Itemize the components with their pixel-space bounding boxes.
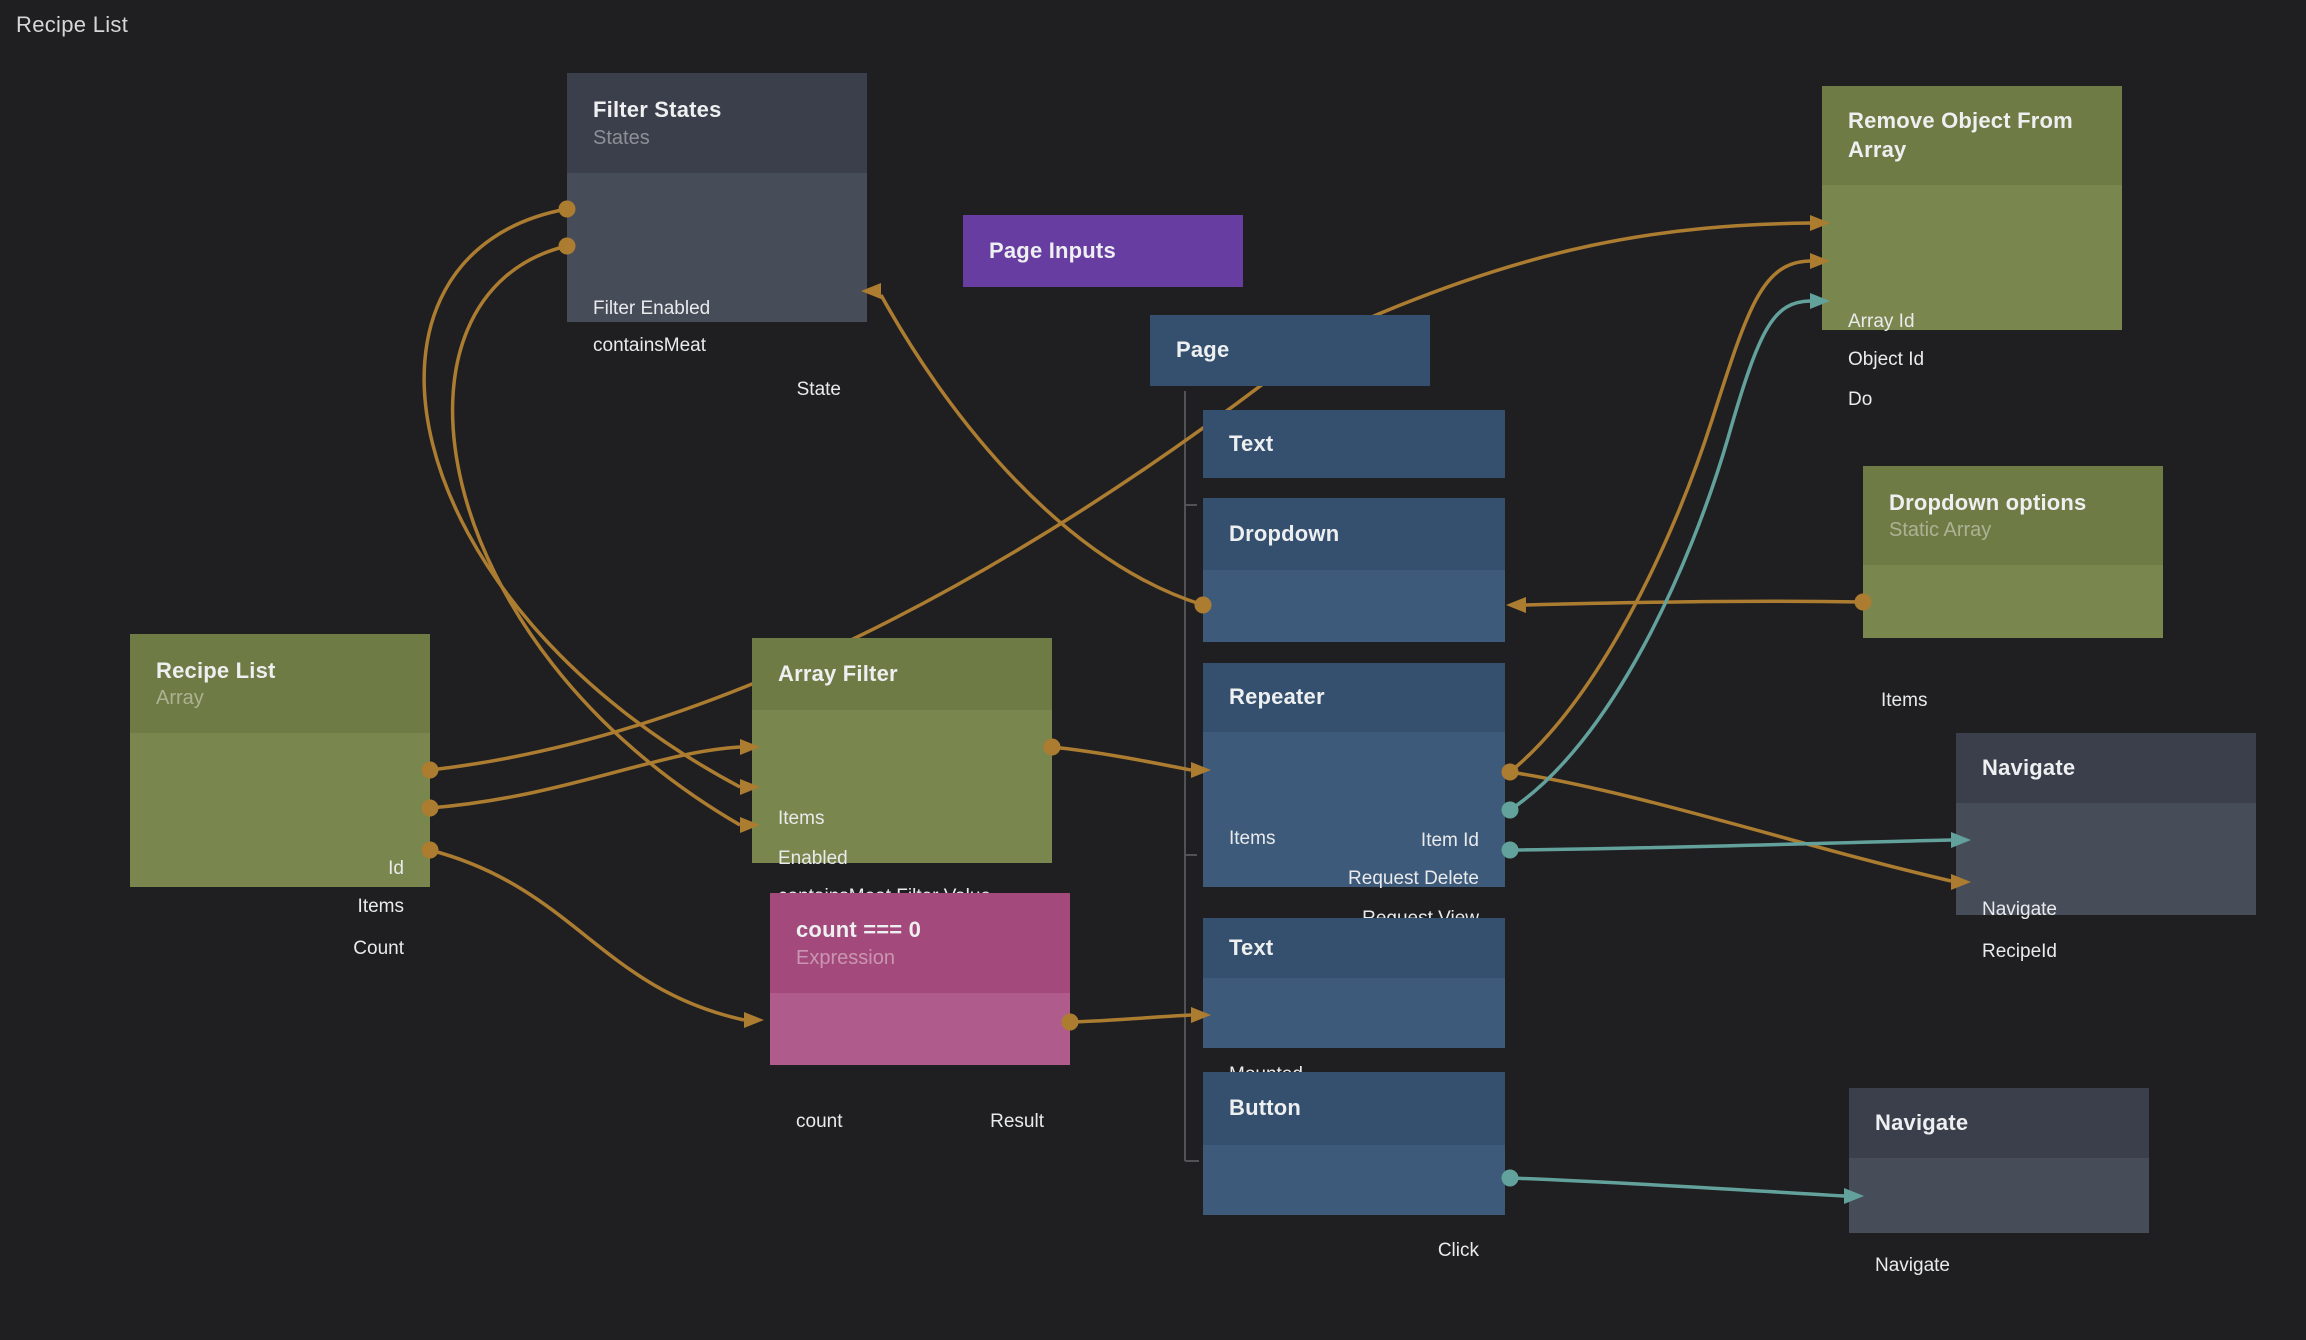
node-title: count === 0	[796, 916, 1044, 944]
port-filter-enabled[interactable]: Filter Enabled	[593, 295, 710, 323]
node-subtitle: Expression	[796, 947, 1044, 970]
arrowhead-dropdown-items	[1506, 597, 1526, 613]
node-title: Recipe List	[156, 657, 404, 685]
wire-count-to-expression-count[interactable]	[430, 850, 744, 1020]
node-subtitle: Static Array	[1889, 519, 2137, 542]
node-text-top[interactable]: Text	[1203, 410, 1505, 478]
node-title: Navigate	[1875, 1109, 2123, 1137]
node-page[interactable]: Page	[1150, 315, 1430, 386]
node-page-inputs[interactable]: Page Inputs	[963, 215, 1243, 287]
wire-options-items-to-dropdown-items[interactable]	[1526, 601, 1863, 605]
node-navigate-top[interactable]: Navigate Navigate RecipeId	[1956, 733, 2256, 915]
node-title: Filter States	[593, 96, 841, 124]
page-title: Recipe List	[16, 12, 128, 38]
node-subtitle: Array	[156, 687, 404, 710]
node-title: Repeater	[1229, 683, 1479, 711]
node-title: Navigate	[1982, 754, 2230, 782]
node-graph-canvas[interactable]: Recipe List Filter States States Filter …	[0, 0, 2306, 1340]
port-click[interactable]: Click	[1438, 1237, 1479, 1265]
port-result[interactable]: Result	[990, 1108, 1044, 1136]
node-recipe-list[interactable]: Recipe List Array Id Items Count	[130, 634, 430, 887]
node-title: Dropdown options	[1889, 489, 2137, 517]
arrowhead-expression-count	[744, 1012, 764, 1028]
port-state[interactable]: State	[797, 376, 841, 404]
port-enabled[interactable]: Enabled	[778, 845, 848, 873]
port-containsmeat[interactable]: containsMeat	[593, 332, 706, 360]
node-title: Text	[1229, 934, 1479, 962]
node-subtitle: States	[593, 127, 841, 150]
port-request-delete[interactable]: Request Delete	[1348, 865, 1479, 893]
node-title: Page	[1176, 336, 1404, 364]
node-title: Remove Object From Array	[1848, 107, 2096, 163]
port-items[interactable]: Items	[1881, 687, 1927, 715]
node-repeater[interactable]: Repeater Items Item Id Request Delete Re…	[1203, 663, 1505, 887]
port-recipe-id[interactable]: RecipeId	[1982, 938, 2057, 966]
port-items[interactable]: Items	[778, 805, 824, 833]
node-title: Button	[1229, 1094, 1479, 1122]
port-array-id[interactable]: Array Id	[1848, 308, 1915, 336]
port-items[interactable]: Items	[1229, 825, 1275, 853]
node-array-filter[interactable]: Array Filter Items Enabled containsMeat …	[752, 638, 1052, 863]
port-navigate[interactable]: Navigate	[1982, 896, 2057, 924]
port-navigate[interactable]: Navigate	[1875, 1252, 1950, 1280]
node-filter-states[interactable]: Filter States States Filter Enabled cont…	[567, 73, 867, 322]
node-navigate-bottom[interactable]: Navigate Navigate	[1849, 1088, 2149, 1233]
node-title: Page Inputs	[989, 237, 1217, 265]
port-items[interactable]: Items	[358, 893, 404, 921]
node-button[interactable]: Button Click	[1203, 1072, 1505, 1215]
node-title: Text	[1229, 430, 1479, 458]
node-dropdown[interactable]: Dropdown Value Items	[1203, 498, 1505, 642]
port-count[interactable]: Count	[353, 935, 404, 963]
wire-items-to-array-filter-items[interactable]	[430, 747, 740, 808]
port-do[interactable]: Do	[1848, 386, 1872, 414]
node-title: Array Filter	[778, 660, 1026, 688]
wire-item-id-to-object-id[interactable]	[1510, 261, 1810, 772]
port-object-id[interactable]: Object Id	[1848, 346, 1924, 374]
port-id[interactable]: Id	[388, 855, 404, 883]
port-count[interactable]: count	[796, 1108, 842, 1136]
node-dropdown-options[interactable]: Dropdown options Static Array Items	[1863, 466, 2163, 638]
wire-array-filter-to-repeater-items[interactable]	[1052, 747, 1191, 770]
node-expression-count-equals-zero[interactable]: count === 0 Expression count Result	[770, 893, 1070, 1065]
node-text-bottom[interactable]: Text Mounted	[1203, 918, 1505, 1048]
wire-item-id-to-recipe-id[interactable]	[1510, 772, 1951, 881]
wire-result-to-mounted[interactable]	[1070, 1015, 1191, 1022]
port-item-id[interactable]: Item Id	[1421, 827, 1479, 855]
wire-request-view-to-navigate[interactable]	[1510, 840, 1951, 850]
wire-click-to-navigate[interactable]	[1510, 1178, 1844, 1196]
node-title: Dropdown	[1229, 520, 1479, 548]
node-remove-object-from-array[interactable]: Remove Object From Array Array Id Object…	[1822, 86, 2122, 330]
